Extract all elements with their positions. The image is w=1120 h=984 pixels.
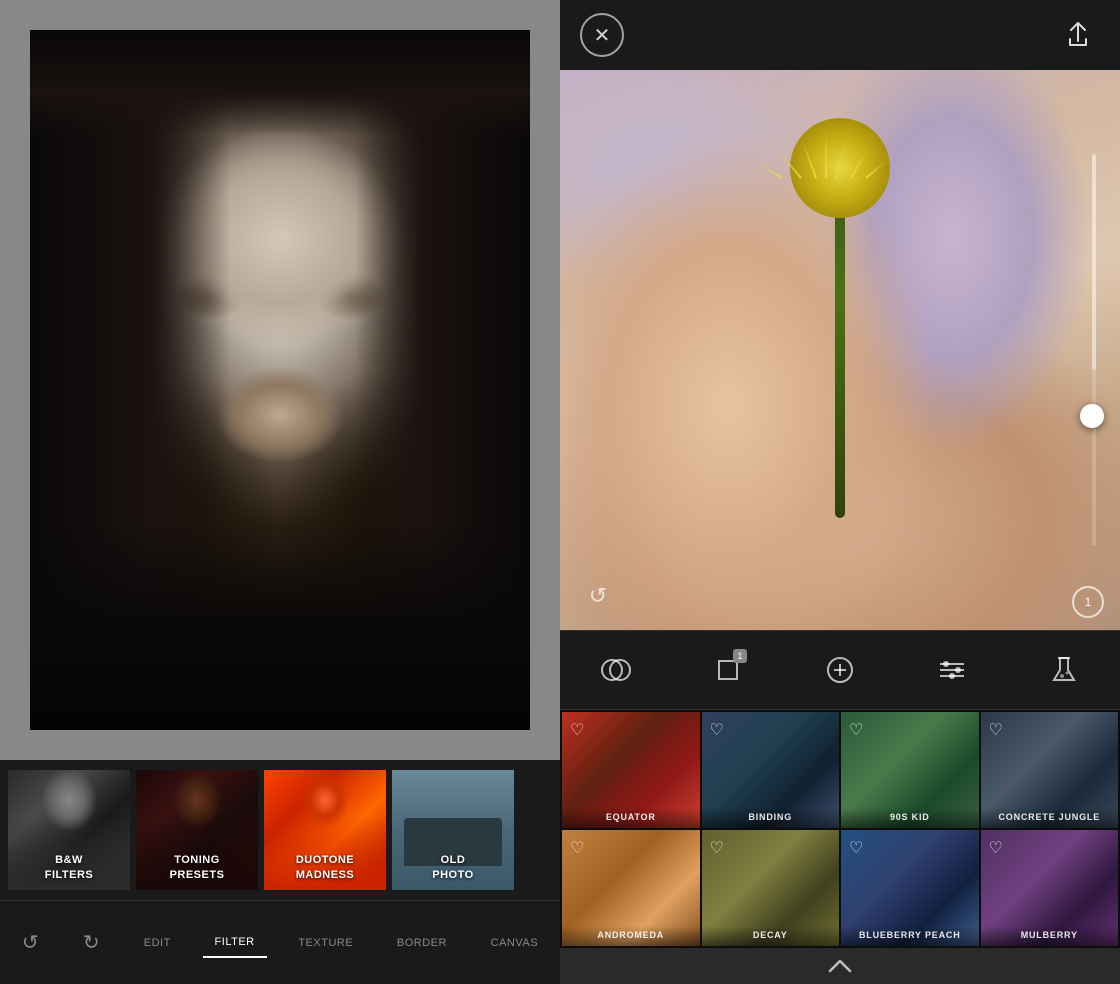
filter-concrete-heart[interactable]: ♡	[989, 720, 1003, 740]
reset-button[interactable]: ↺	[580, 578, 616, 614]
intensity-slider-thumb[interactable]	[1080, 404, 1104, 428]
wisp-6	[757, 161, 781, 179]
filter-equator-heart[interactable]: ♡	[570, 720, 584, 740]
scroll-up-button[interactable]	[560, 948, 1120, 984]
bottom-toolbar: ↺ ↻ EDIT FILTER TEXTURE BORDER CANVAS	[0, 900, 560, 984]
filter-mulberry-heart[interactable]: ♡	[989, 838, 1003, 858]
texture-tab[interactable]: TEXTURE	[286, 929, 365, 957]
filter-equator[interactable]: ♡ EQUATOR	[562, 712, 700, 828]
wisp-4	[835, 141, 847, 178]
filter-andromeda[interactable]: ♡ ANDROMEDA	[562, 830, 700, 946]
preset-duotone-madness[interactable]: DUOTONEMADNESS	[264, 770, 386, 890]
tools-bar: 1	[560, 630, 1120, 710]
wisp-3	[825, 133, 827, 178]
filter-concrete-label: CONCRETE JUNGLE	[981, 808, 1119, 828]
portrait-photo	[30, 30, 530, 730]
dandelion-head	[780, 98, 900, 238]
filter-90skid[interactable]: ♡ 90S KID	[841, 712, 979, 828]
adjust-icon	[936, 656, 968, 684]
filter-blueberry-heart[interactable]: ♡	[849, 838, 863, 858]
chevron-up-icon	[828, 959, 852, 973]
wisp-1	[778, 151, 802, 179]
border-tab[interactable]: BORDER	[385, 929, 459, 957]
filter-mulberry[interactable]: ♡ MULBERRY	[981, 830, 1119, 946]
filter-decay-label: DECAY	[702, 926, 840, 946]
right-panel: ✕	[560, 0, 1120, 984]
lab-icon	[1050, 654, 1078, 686]
image-preview: ↺ 1	[560, 70, 1120, 630]
layers-tool-button[interactable]: 1	[703, 645, 753, 695]
dandelion-wisps	[760, 98, 920, 178]
filter-andromeda-heart[interactable]: ♡	[570, 838, 584, 858]
redo-button[interactable]: ↻	[71, 925, 112, 961]
canvas-label: CANVAS	[491, 937, 538, 949]
filter-binding[interactable]: ♡ BINDING	[702, 712, 840, 828]
edit-label: EDIT	[144, 937, 171, 949]
slider-fill	[1092, 154, 1096, 370]
border-label: BORDER	[397, 937, 447, 949]
filter-label: FILTER	[215, 936, 255, 948]
blend-icon	[600, 654, 632, 686]
wisp-2	[801, 140, 817, 178]
filter-mulberry-label: MULBERRY	[981, 926, 1119, 946]
preset-toning-presets[interactable]: TONINGPRESETS	[136, 770, 258, 890]
layers-badge: 1	[733, 649, 747, 663]
left-panel: B&WFILTERS TONINGPRESETS DUOTONEMADNESS	[0, 0, 560, 984]
hair-bottom	[30, 520, 530, 730]
dandelion-background	[560, 70, 1120, 630]
filter-90skid-label: 90S KID	[841, 808, 979, 828]
reset-icon: ↺	[589, 583, 607, 609]
add-tool-button[interactable]	[815, 645, 865, 695]
share-icon	[1066, 21, 1090, 49]
preset-duotone-label: DUOTONEMADNESS	[264, 847, 386, 890]
filter-grid: ♡ EQUATOR ♡ BINDING ♡ 90S KID ♡ CONCRETE…	[560, 710, 1120, 948]
filter-binding-heart[interactable]: ♡	[710, 720, 724, 740]
canvas-tab[interactable]: CANVAS	[479, 929, 550, 957]
photo-area	[0, 0, 560, 760]
filter-90skid-heart[interactable]: ♡	[849, 720, 863, 740]
lab-tool-button[interactable]	[1039, 645, 1089, 695]
filter-presets-strip: B&WFILTERS TONINGPRESETS DUOTONEMADNESS	[0, 760, 560, 900]
adjust-tool-button[interactable]	[927, 645, 977, 695]
intensity-badge[interactable]: 1	[1072, 586, 1104, 618]
filter-equator-label: EQUATOR	[562, 808, 700, 828]
undo-icon: ↺	[22, 933, 39, 953]
close-icon: ✕	[594, 23, 611, 48]
blend-tool-button[interactable]	[591, 645, 641, 695]
filter-tab[interactable]: FILTER	[203, 928, 267, 958]
filter-andromeda-label: ANDROMEDA	[562, 926, 700, 946]
filter-concrete-jungle[interactable]: ♡ CONCRETE JUNGLE	[981, 712, 1119, 828]
dandelion-stem	[835, 198, 845, 518]
intensity-slider-track	[1092, 154, 1096, 546]
preset-old-photo[interactable]: OLDPHOTO	[392, 770, 514, 890]
edit-tab[interactable]: EDIT	[132, 929, 183, 957]
redo-icon: ↻	[83, 933, 100, 953]
preset-toning-label: TONINGPRESETS	[136, 847, 258, 890]
preset-bw-filters[interactable]: B&WFILTERS	[8, 770, 130, 890]
preset-bw-label: B&WFILTERS	[8, 847, 130, 890]
wisp-5	[850, 150, 868, 179]
preset-oldphoto-label: OLDPHOTO	[392, 847, 514, 890]
close-button[interactable]: ✕	[580, 13, 624, 57]
share-button[interactable]	[1056, 13, 1100, 57]
right-header: ✕	[560, 0, 1120, 70]
filter-blueberry-label: BLUEBERRY PEACH	[841, 926, 979, 946]
undo-button[interactable]: ↺	[10, 925, 51, 961]
intensity-value: 1	[1085, 595, 1092, 609]
wisp-7	[865, 161, 886, 179]
filter-decay[interactable]: ♡ DECAY	[702, 830, 840, 946]
texture-label: TEXTURE	[298, 937, 353, 949]
add-icon	[824, 654, 856, 686]
hair-top	[30, 30, 530, 135]
filter-binding-label: BINDING	[702, 808, 840, 828]
filter-blueberry-peach[interactable]: ♡ BLUEBERRY PEACH	[841, 830, 979, 946]
filter-decay-heart[interactable]: ♡	[710, 838, 724, 858]
